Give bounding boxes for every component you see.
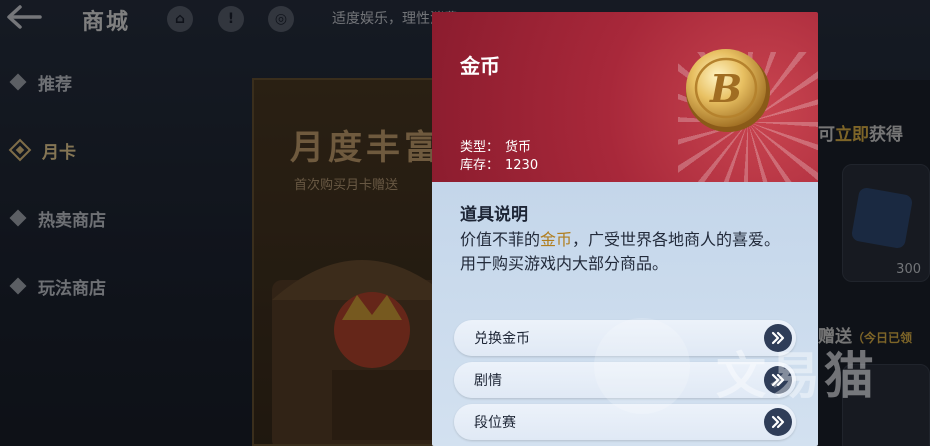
description-title: 道具说明: [460, 205, 528, 225]
cat-logo-icon: [594, 318, 690, 414]
watermark-text: 文易猫: [716, 347, 878, 405]
svg-text:B: B: [709, 66, 742, 111]
item-name: 金币: [460, 54, 500, 78]
item-header: 金币 B 类型： 货币 库存： 1230: [432, 12, 818, 182]
gold-coin-icon: B: [686, 49, 770, 132]
source-label: 段位赛: [474, 415, 516, 431]
item-type: 类型： 货币: [460, 140, 532, 155]
description-text: 价值不菲的金币，广受世界各地商人的喜爱。 用于购买游戏内大部分商品。: [460, 230, 781, 273]
watermark: 文易猫: [590, 318, 910, 418]
item-stock: 库存： 1230: [460, 158, 539, 173]
source-label: 剧情: [474, 373, 502, 389]
source-label: 兑换金币: [474, 331, 530, 347]
